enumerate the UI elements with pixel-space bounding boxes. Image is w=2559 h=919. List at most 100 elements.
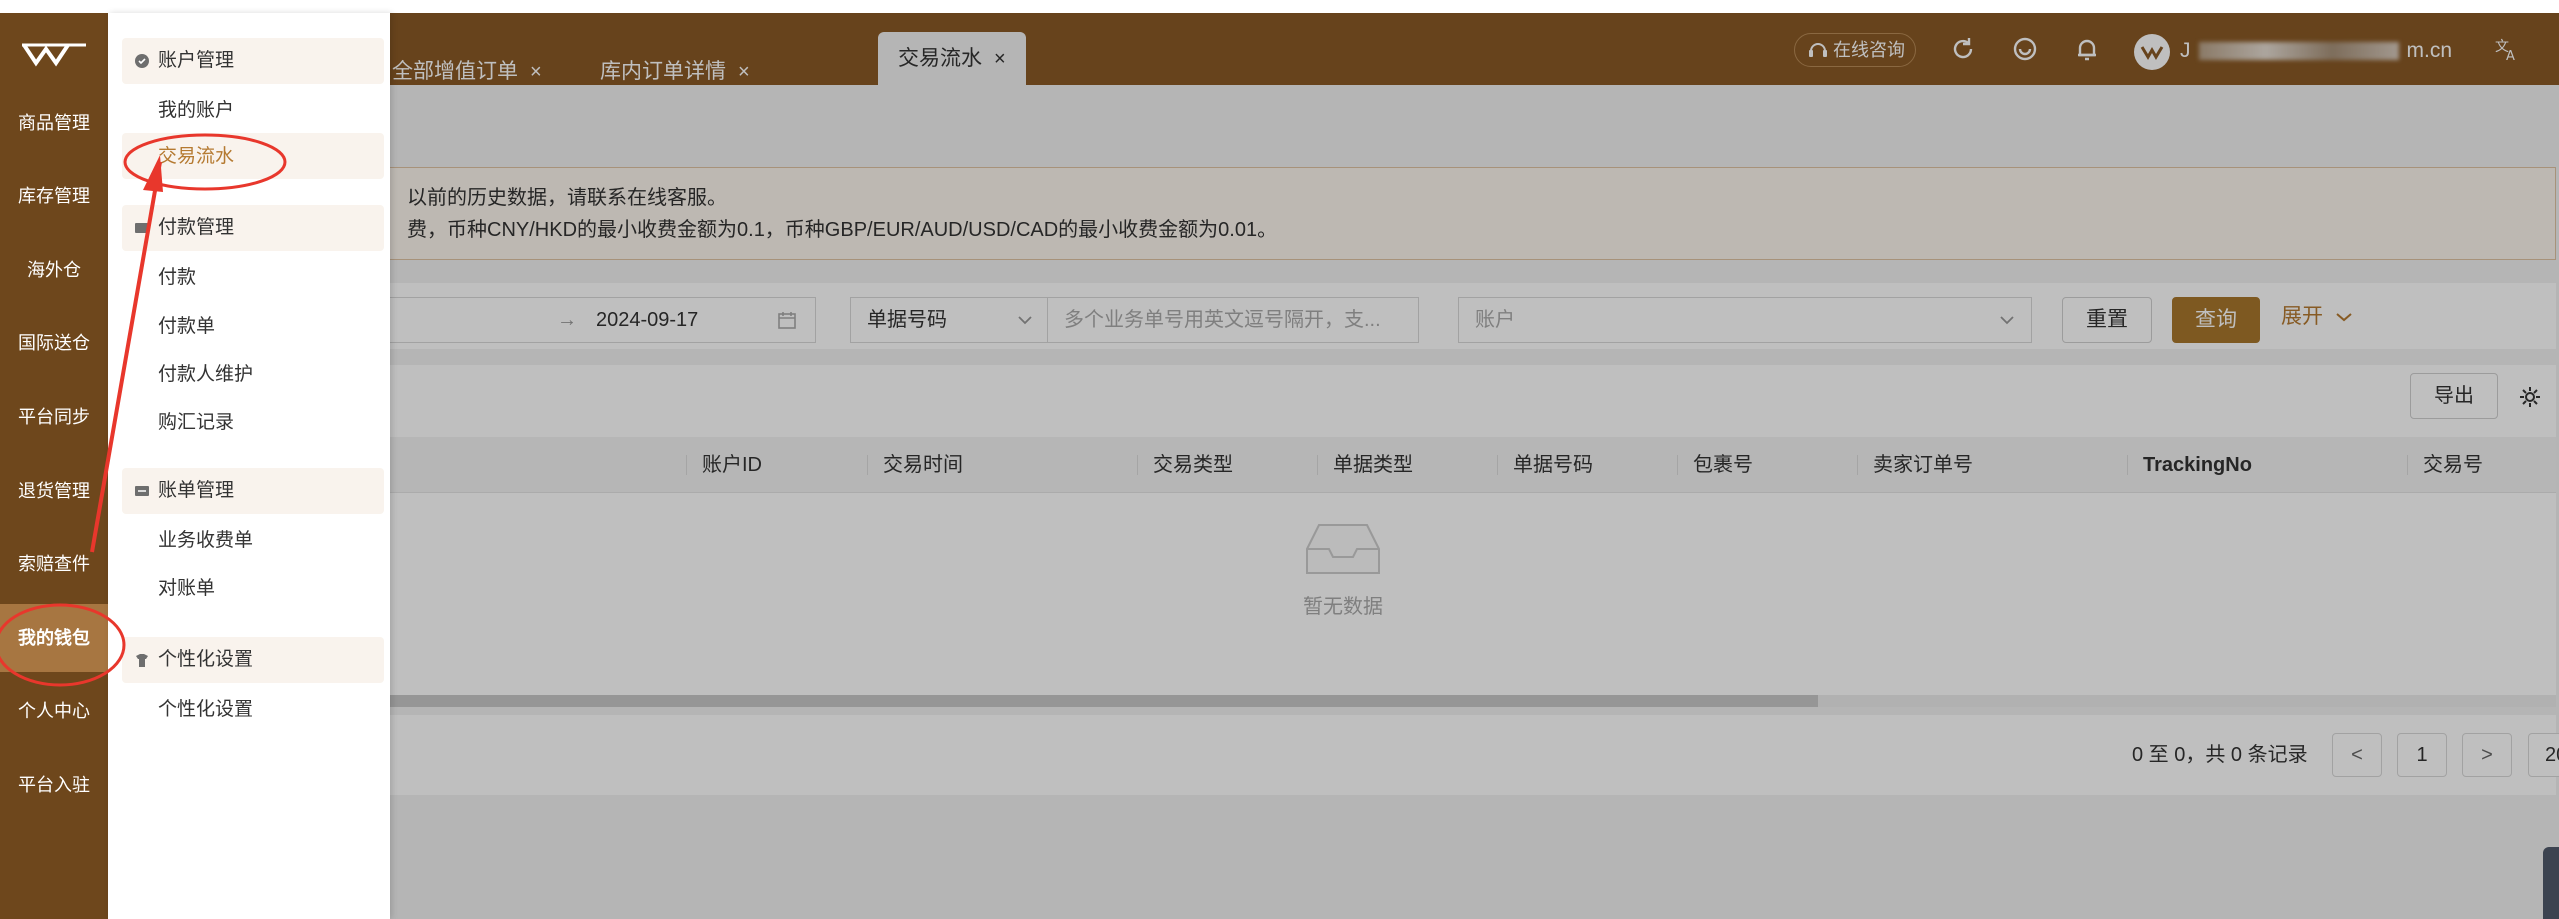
pager-total: 0 至 0，共 0 条记录	[2132, 744, 2308, 766]
calendar-icon[interactable]	[777, 310, 797, 330]
next-page-button[interactable]: >	[2462, 733, 2512, 777]
column-header[interactable]: 包裹号	[1677, 437, 1753, 493]
rail-item-products[interactable]: 商品管理	[0, 89, 108, 157]
bell-icon[interactable]	[2073, 35, 2101, 63]
doc-type-select[interactable]: 单据号码	[850, 297, 1048, 343]
column-header[interactable]: 单据类型	[1317, 437, 1413, 493]
empty-state: 暂无数据	[1283, 519, 1403, 619]
rail-item-inventory[interactable]: 库存管理	[0, 162, 108, 230]
settings-gear-icon[interactable]	[2518, 385, 2542, 409]
group-title: 账单管理	[158, 480, 235, 501]
column-header[interactable]: TrackingNo	[2127, 437, 2252, 493]
empty-inbox-icon	[1306, 524, 1380, 574]
date-range-picker[interactable]: → 2024-09-17	[388, 297, 816, 343]
left-nav-rail: 商品管理 库存管理 海外仓 国际送仓 平台同步 退货管理 索赔查件 我的钱包 个…	[0, 13, 108, 919]
tab-close-icon[interactable]: ×	[994, 48, 1006, 70]
headset-icon	[1809, 43, 1827, 57]
column-header[interactable]: 单据号码	[1497, 437, 1593, 493]
avatar[interactable]	[2134, 34, 2170, 70]
group-account-management: 账户管理	[122, 38, 384, 84]
group-payment-management: 付款管理	[122, 205, 384, 251]
username-suffix: m.cn	[2406, 39, 2453, 62]
notice-line-2: 费，币种CNY/HKD的最小收费金额为0.1，币种GBP/EUR/AUD/USD…	[407, 219, 1278, 241]
online-consult-label: 在线咨询	[1833, 40, 1905, 60]
main-content: 以前的历史数据，请联系在线客服。 费，币种CNY/HKD的最小收费金额为0.1，…	[108, 85, 2559, 919]
svg-text:A: A	[2506, 49, 2515, 63]
username[interactable]: Jm.cn	[2180, 36, 2452, 66]
rail-item-my-wallet[interactable]: 我的钱包	[0, 604, 108, 672]
export-button[interactable]: 导出	[2410, 373, 2498, 419]
floating-side-widget[interactable]	[2543, 847, 2559, 919]
brand-logo-icon	[22, 43, 86, 67]
wallet-flyout-menu: 账户管理 我的账户 交易流水 付款管理 付款 付款单 付款人维护 购汇记录 账单…	[108, 13, 390, 919]
account-icon	[135, 54, 149, 68]
rail-item-claims[interactable]: 索赔查件	[0, 530, 108, 598]
menu-item-pay[interactable]: 付款	[158, 264, 196, 292]
menu-item-personalization[interactable]: 个性化设置	[158, 696, 253, 724]
doc-number-input[interactable]: 多个业务单号用英文逗号隔开，支...	[1047, 297, 1419, 343]
column-header[interactable]: 交易时间	[867, 437, 963, 493]
notice-line-1: 以前的历史数据，请联系在线客服。	[407, 187, 727, 209]
tab-label: 交易流水	[898, 47, 982, 70]
reset-button[interactable]: 重置	[2062, 297, 2152, 343]
chevron-down-icon	[2336, 313, 2352, 322]
tab-close-icon[interactable]: ×	[738, 61, 750, 83]
online-consult-button[interactable]: 在线咨询	[1794, 33, 1916, 67]
date-range-arrow: →	[557, 309, 577, 331]
doc-type-value: 单据号码	[867, 309, 947, 331]
filter-bar: → 2024-09-17 单据号码 多个业务单号用英文逗号隔开，支... 账户 …	[388, 283, 2556, 349]
rail-item-platform-sync[interactable]: 平台同步	[0, 383, 108, 451]
tab-close-icon[interactable]: ×	[530, 61, 542, 83]
rail-item-international-shipping[interactable]: 国际送仓	[0, 309, 108, 377]
column-header[interactable]: 交易号	[2407, 437, 2483, 493]
rail-item-platform-onboarding[interactable]: 平台入驻	[0, 751, 108, 819]
page-size-select[interactable]: 20 条/页	[2528, 733, 2559, 777]
menu-item-my-account[interactable]: 我的账户	[158, 97, 234, 125]
tab-label: 库内订单详情	[600, 60, 726, 83]
horizontal-scrollbar[interactable]	[388, 695, 2556, 707]
account-placeholder: 账户	[1475, 309, 1515, 331]
window-top-strip	[0, 0, 2559, 13]
table-header: 账户ID 交易时间 交易类型 单据类型 单据号码 包裹号 卖家订单号 Track…	[388, 437, 2556, 493]
column-header[interactable]: 卖家订单号	[1857, 437, 1973, 493]
menu-item-payer-maintenance[interactable]: 付款人维护	[158, 361, 253, 389]
tab-transaction-flow[interactable]: 交易流水 ×	[878, 32, 1026, 85]
username-redacted	[2198, 42, 2399, 61]
chevron-down-icon	[1018, 316, 1032, 325]
menu-item-statements[interactable]: 对账单	[158, 575, 215, 603]
menu-item-payment-orders[interactable]: 付款单	[158, 313, 215, 341]
expand-toggle[interactable]: 展开	[2281, 295, 2353, 339]
group-title: 账户管理	[158, 50, 235, 71]
smile-icon[interactable]	[2011, 35, 2039, 63]
group-bill-management: 账单管理	[122, 468, 384, 514]
scrollbar-thumb[interactable]	[388, 695, 1818, 707]
rail-item-returns[interactable]: 退货管理	[0, 457, 108, 525]
account-select[interactable]: 账户	[1458, 297, 2032, 343]
group-title: 个性化设置	[158, 649, 254, 670]
column-header[interactable]: 交易类型	[1137, 437, 1233, 493]
expand-label: 展开	[2281, 305, 2323, 328]
translate-icon[interactable]: 文A	[2493, 35, 2521, 63]
payment-icon	[135, 223, 149, 233]
bill-icon	[135, 486, 149, 496]
username-prefix: J	[2180, 39, 2191, 62]
page-size-value: 20 条/页	[2545, 744, 2559, 766]
menu-item-transaction-flow[interactable]: 交易流水	[158, 143, 234, 171]
subbar	[108, 85, 2559, 155]
menu-item-service-charges[interactable]: 业务收费单	[158, 527, 253, 555]
refresh-icon[interactable]	[1949, 35, 1977, 63]
shirt-icon	[136, 654, 148, 667]
query-button[interactable]: 查询	[2172, 297, 2260, 343]
doc-number-placeholder: 多个业务单号用英文逗号隔开，支...	[1064, 309, 1381, 331]
date-end-value[interactable]: 2024-09-17	[596, 298, 698, 342]
page-number-button[interactable]: 1	[2397, 733, 2447, 777]
prev-page-button[interactable]: <	[2332, 733, 2382, 777]
empty-text: 暂无数据	[1303, 596, 1383, 618]
rail-item-personal-center[interactable]: 个人中心	[0, 677, 108, 745]
column-header[interactable]: 账户ID	[686, 437, 762, 493]
transactions-table: 导出 账户ID 交易时间 交易类型 单据类型 单据号码 包裹号 卖家订单号 Tr…	[388, 365, 2556, 707]
menu-item-fx-records[interactable]: 购汇记录	[158, 409, 234, 437]
rail-item-overseas-warehouse[interactable]: 海外仓	[0, 236, 108, 304]
notice-box: 以前的历史数据，请联系在线客服。 费，币种CNY/HKD的最小收费金额为0.1，…	[388, 167, 2556, 260]
avatar-logo-icon	[2140, 46, 2164, 60]
